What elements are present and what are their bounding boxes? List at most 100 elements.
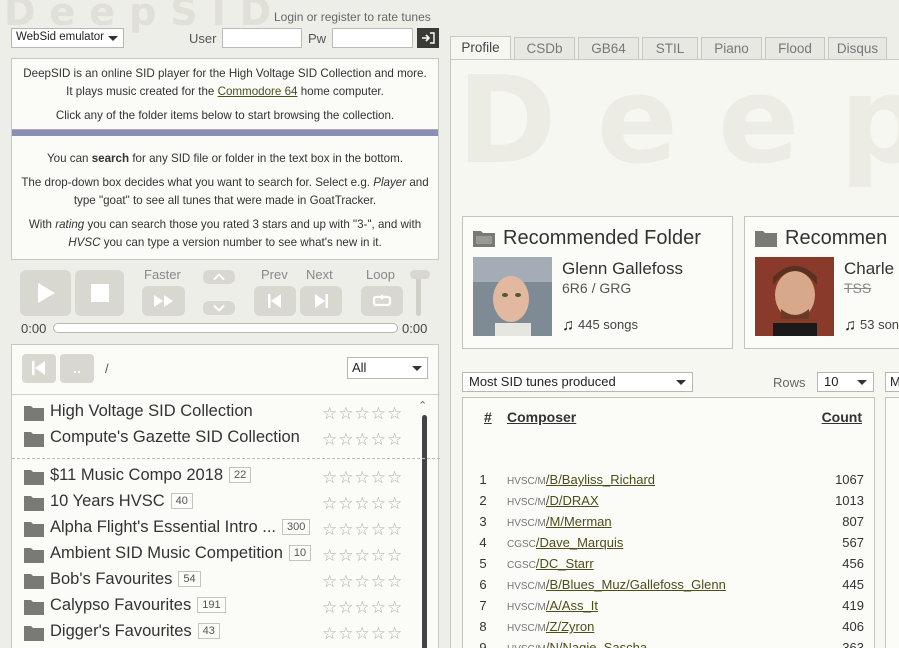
username-input[interactable] (222, 28, 302, 48)
next-button[interactable] (300, 286, 342, 316)
profile-panel: Deep Recommended Folder Glenn Gallefoss … (450, 59, 899, 648)
tab-disqus[interactable]: Disqus (828, 37, 887, 59)
table-row: 9 HVSC/M/N/Nagie_Sascha 363 (463, 638, 876, 648)
hint-italic: HVSC (68, 236, 101, 249)
user-label: User (189, 31, 217, 46)
recommended-composer-card[interactable]: Recommen Charle TSS ♫ 53 son (744, 216, 899, 349)
subtune-up-button[interactable] (203, 270, 235, 284)
login-button[interactable] (417, 28, 439, 48)
commodore-64-link[interactable]: Commodore 64 (218, 85, 298, 98)
folder-item[interactable]: $11 Music Compo 2018 22 ☆☆☆☆☆ (24, 464, 410, 490)
playback-progress-bar[interactable] (53, 323, 398, 333)
composer-avatar (755, 257, 834, 336)
rating-stars[interactable]: ☆☆☆☆☆ (322, 520, 403, 540)
statistics-select-value: Most SID tunes produced (469, 374, 616, 389)
folder-item[interactable]: 10 Years HVSC 40 ☆☆☆☆☆ (24, 490, 410, 516)
composer-header[interactable]: Composer (507, 409, 576, 425)
play-icon (37, 283, 55, 303)
tab-csdb[interactable]: CSDb (514, 37, 575, 59)
folder-item[interactable]: Calypso Favourites 191 ☆☆☆☆☆ (24, 594, 410, 620)
rating-stars[interactable]: ☆☆☆☆☆ (322, 468, 403, 488)
folder-item[interactable]: Alpha Flight's Essential Intro ... 300 ☆☆☆… (24, 516, 410, 542)
folder-name: Bob's Favourites 54 (50, 570, 201, 589)
tab-stil[interactable]: STIL (642, 37, 698, 59)
folder-name: High Voltage SID Collection (50, 402, 253, 421)
chevron-down-icon (676, 380, 686, 385)
emulator-select[interactable]: WebSid emulator (11, 28, 124, 48)
composer-link[interactable]: /Dave_Marquis (536, 535, 623, 550)
folder-item[interactable]: High Voltage SID Collection ☆☆☆☆☆ (24, 400, 410, 426)
browse-root-button[interactable] (22, 354, 56, 383)
play-button[interactable] (20, 270, 71, 316)
count-header[interactable]: Count (822, 409, 862, 425)
recommended-title: Recommen (785, 227, 888, 249)
browser-divider (12, 394, 440, 395)
prev-label: Prev (261, 267, 288, 282)
composer-link[interactable]: /B/Bayliss_Richard (546, 472, 655, 487)
next-label: Next (306, 267, 333, 282)
folder-item[interactable]: Compute's Gazette SID Collection ☆☆☆☆☆ (24, 426, 410, 452)
volume-track[interactable] (416, 274, 421, 316)
tab-piano[interactable]: Piano (701, 37, 762, 59)
rating-stars[interactable]: ☆☆☆☆☆ (322, 624, 403, 644)
rating-stars[interactable]: ☆☆☆☆☆ (322, 598, 403, 618)
secondary-stat-select[interactable]: M (885, 372, 899, 392)
folder-name: Calypso Favourites 191 (50, 596, 226, 615)
password-input[interactable] (332, 28, 413, 48)
scroll-up-icon[interactable]: ⌃ (418, 399, 427, 412)
dropdown-hint: The drop-down box decides what you want … (20, 174, 430, 210)
composer-link[interactable]: /DC_Starr (536, 556, 594, 571)
row-count: 567 (842, 535, 864, 550)
folder-item[interactable]: Bob's Favourites 54 ☆☆☆☆☆ (24, 568, 410, 594)
browse-parent-button[interactable]: .. (60, 354, 94, 383)
rating-stars[interactable]: ☆☆☆☆☆ (322, 404, 403, 424)
folder-icon (24, 431, 44, 452)
collection-prefix: CGSC (507, 539, 536, 550)
chevron-down-icon (213, 304, 225, 312)
intro-text-end: home computer. (297, 85, 384, 98)
tab-profile[interactable]: Profile (450, 36, 511, 60)
rating-hint: With rating you can search those you rat… (20, 216, 430, 252)
rating-stars[interactable]: ☆☆☆☆☆ (322, 430, 403, 450)
tab-flood[interactable]: Flood (765, 37, 825, 59)
rows-select[interactable]: 10 (817, 372, 874, 392)
prev-button[interactable] (254, 286, 296, 316)
folder-name: Digger's Favourites 43 (50, 622, 220, 641)
recommended-folder-card[interactable]: Recommended Folder Glenn Gallefoss 6R6 /… (462, 216, 733, 349)
song-count: ♫ 445 songs (562, 317, 638, 335)
composer-link[interactable]: /D/DRAX (546, 493, 599, 508)
composer-link[interactable]: /A/Ass_It (546, 598, 598, 613)
statistics-select[interactable]: Most SID tunes produced (462, 372, 693, 392)
browser-filter-select[interactable]: All (347, 357, 428, 379)
hint-text: You can (47, 152, 92, 165)
rating-stars[interactable]: ☆☆☆☆☆ (322, 572, 403, 592)
stop-button[interactable] (75, 270, 124, 316)
browser-scrollbar[interactable] (422, 415, 427, 648)
rating-stars[interactable]: ☆☆☆☆☆ (322, 546, 403, 566)
subtune-down-button[interactable] (203, 301, 235, 315)
folder-label: 10 Years HVSC (50, 492, 165, 510)
folder-icon (24, 599, 44, 620)
composer-link[interactable]: /N/Nagie_Sascha (546, 640, 647, 648)
tab-gb64[interactable]: GB64 (578, 37, 639, 59)
folder-count-badge: 191 (197, 597, 226, 613)
login-register-link[interactable]: Login or register to rate tunes (274, 10, 431, 24)
row-rank: 4 (479, 535, 487, 550)
chevron-down-icon (857, 380, 867, 385)
composer-cell: HVSC/M/Z/Zyron (507, 619, 594, 634)
time-elapsed: 0:00 (21, 321, 47, 336)
volume-slider-knob[interactable] (410, 270, 430, 279)
folder-icon (24, 573, 44, 594)
rating-stars[interactable]: ☆☆☆☆☆ (322, 494, 403, 514)
folder-item[interactable]: Digger's Favourites 43 ☆☆☆☆☆ (24, 620, 410, 646)
loop-button[interactable] (361, 286, 403, 316)
browse-hint: Click any of the folder items below to s… (55, 109, 395, 122)
composer-cell: HVSC/M/N/Nagie_Sascha (507, 640, 647, 648)
composer-link[interactable]: /Z/Zyron (546, 619, 594, 634)
song-count-text: 445 songs (578, 317, 638, 332)
rank-header[interactable]: # (484, 409, 492, 425)
faster-button[interactable] (142, 286, 185, 316)
composer-link[interactable]: /M/Merman (546, 514, 612, 529)
composer-link[interactable]: /B/Blues_Muz/Gallefoss_Glenn (546, 577, 726, 592)
folder-item[interactable]: Ambient SID Music Competition 10 ☆☆☆☆☆ (24, 542, 410, 568)
